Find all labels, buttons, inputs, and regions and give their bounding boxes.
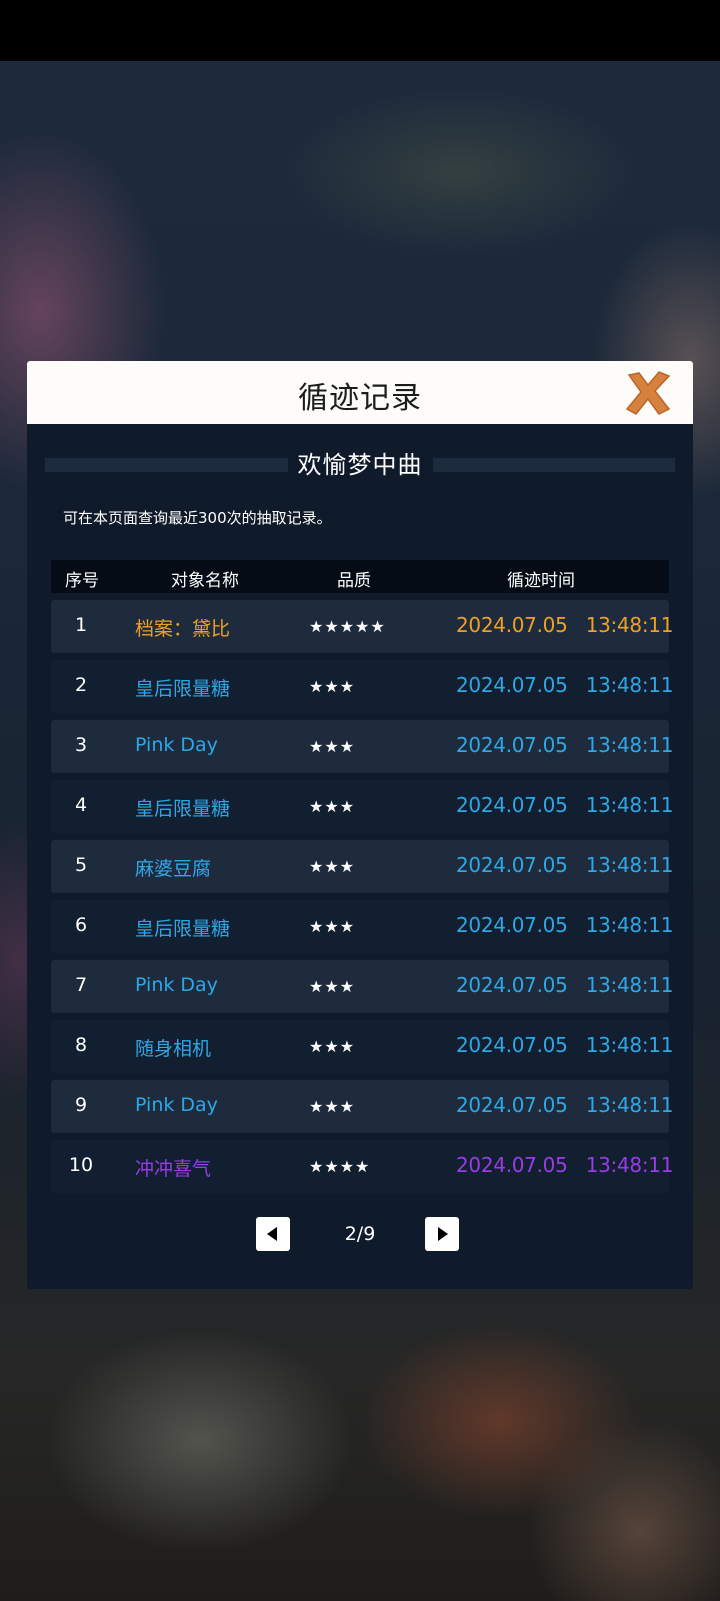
row-time-text: 13:48:11 xyxy=(585,673,674,697)
status-bar xyxy=(0,0,720,61)
row-stars: ★★★ xyxy=(309,917,356,936)
header-index: 序号 xyxy=(65,571,99,591)
row-index: 9 xyxy=(74,1094,88,1116)
row-time: 2024.07.05 13:48:11 xyxy=(456,973,673,997)
row-stars: ★★★★★ xyxy=(309,617,386,636)
close-button[interactable] xyxy=(623,369,673,417)
triangle-right-icon xyxy=(438,1227,448,1241)
banner-name-text: 欢愉梦中曲 xyxy=(287,451,433,479)
pagination: 2/9 xyxy=(27,1217,693,1251)
row-time: 2024.07.05 13:48:11 xyxy=(456,853,673,877)
row-stars: ★★★ xyxy=(309,857,356,876)
row-time-text: 13:48:11 xyxy=(585,793,674,817)
row-index: 4 xyxy=(74,794,88,816)
row-time: 2024.07.05 13:48:11 xyxy=(456,673,673,697)
row-date-text: 2024.07.05 xyxy=(456,1153,568,1177)
row-date-text: 2024.07.05 xyxy=(456,613,568,637)
next-page-button[interactable] xyxy=(425,1217,459,1251)
row-date-text: 2024.07.05 xyxy=(456,853,568,877)
row-time: 2024.07.05 13:48:11 xyxy=(456,613,673,637)
row-stars: ★★★ xyxy=(309,737,356,756)
page-indicator: 2/9 xyxy=(344,1223,376,1245)
row-name: Pink Day xyxy=(135,1094,218,1116)
header-time: 循迹时间 xyxy=(507,571,575,591)
row-date-text: 2024.07.05 xyxy=(456,1093,568,1117)
row-index: 1 xyxy=(74,614,88,636)
row-index: 10 xyxy=(68,1154,94,1176)
row-stars: ★★★ xyxy=(309,677,356,696)
row-name: 麻婆豆腐 xyxy=(135,858,212,880)
row-index: 2 xyxy=(74,674,88,696)
row-stars: ★★★★ xyxy=(309,1157,371,1176)
row-time: 2024.07.05 13:48:11 xyxy=(456,733,673,757)
row-index: 7 xyxy=(74,974,88,996)
row-time: 2024.07.05 13:48:11 xyxy=(456,1153,673,1177)
row-time-text: 13:48:11 xyxy=(585,613,674,637)
row-name: 随身相机 xyxy=(135,1038,212,1060)
table-row: 2 皇后限量糖 ★★★ 2024.07.05 13:48:11 xyxy=(51,660,673,713)
row-name: 皇后限量糖 xyxy=(135,798,231,820)
row-time: 2024.07.05 13:48:11 xyxy=(456,1093,673,1117)
row-time-text: 13:48:11 xyxy=(585,913,674,937)
table-row: 8 随身相机 ★★★ 2024.07.05 13:48:11 xyxy=(51,1020,673,1073)
row-name: Pink Day xyxy=(135,974,218,996)
row-time-text: 13:48:11 xyxy=(585,973,674,997)
row-stars: ★★★ xyxy=(309,1097,356,1116)
row-time-text: 13:48:11 xyxy=(585,853,674,877)
table-row: 10 冲冲喜气 ★★★★ 2024.07.05 13:48:11 xyxy=(51,1140,673,1193)
dialog-title: 循迹记录 xyxy=(298,381,422,416)
row-index: 6 xyxy=(74,914,88,936)
table-header: 序号 对象名称 品质 循迹时间 xyxy=(51,560,669,593)
row-name: 皇后限量糖 xyxy=(135,918,231,940)
table-row: 1 档案：黛比 ★★★★★ 2024.07.05 13:48:11 xyxy=(51,600,673,653)
row-time: 2024.07.05 13:48:11 xyxy=(456,913,673,937)
row-name: 冲冲喜气 xyxy=(135,1158,212,1180)
row-stars: ★★★ xyxy=(309,977,356,996)
row-date-text: 2024.07.05 xyxy=(456,1033,568,1057)
table-row: 7 Pink Day ★★★ 2024.07.05 13:48:11 xyxy=(51,960,673,1013)
row-time-text: 13:48:11 xyxy=(585,1033,674,1057)
header-quality: 品质 xyxy=(337,571,371,591)
info-text: 可在本页面查询最近300次的抽取记录。 xyxy=(63,509,332,527)
row-date-text: 2024.07.05 xyxy=(456,913,568,937)
header-name: 对象名称 xyxy=(171,571,239,591)
table-row: 5 麻婆豆腐 ★★★ 2024.07.05 13:48:11 xyxy=(51,840,673,893)
banner-name: 欢愉梦中曲 xyxy=(27,445,693,480)
row-stars: ★★★ xyxy=(309,1037,356,1056)
close-icon xyxy=(625,371,671,415)
row-date-text: 2024.07.05 xyxy=(456,793,568,817)
row-date-text: 2024.07.05 xyxy=(456,973,568,997)
table-row: 9 Pink Day ★★★ 2024.07.05 13:48:11 xyxy=(51,1080,673,1133)
row-time-text: 13:48:11 xyxy=(585,733,674,757)
row-time-text: 13:48:11 xyxy=(585,1093,674,1117)
row-name: 档案：黛比 xyxy=(135,618,231,640)
record-dialog: 循迹记录 欢愉梦中曲 可在本页面查询最近300次的抽取记录。 序号 对象名称 品… xyxy=(27,361,693,1289)
table-row: 3 Pink Day ★★★ 2024.07.05 13:48:11 xyxy=(51,720,673,773)
row-date-text: 2024.07.05 xyxy=(456,673,568,697)
row-name: 皇后限量糖 xyxy=(135,678,231,700)
row-index: 8 xyxy=(74,1034,88,1056)
table-row: 4 皇后限量糖 ★★★ 2024.07.05 13:48:11 xyxy=(51,780,673,833)
dialog-header: 循迹记录 xyxy=(27,361,693,424)
row-index: 3 xyxy=(74,734,88,756)
row-date-text: 2024.07.05 xyxy=(456,733,568,757)
row-time: 2024.07.05 13:48:11 xyxy=(456,793,673,817)
row-name: Pink Day xyxy=(135,734,218,756)
row-stars: ★★★ xyxy=(309,797,356,816)
row-time: 2024.07.05 13:48:11 xyxy=(456,1033,673,1057)
row-index: 5 xyxy=(74,854,88,876)
table-row: 6 皇后限量糖 ★★★ 2024.07.05 13:48:11 xyxy=(51,900,673,953)
row-time-text: 13:48:11 xyxy=(585,1153,674,1177)
